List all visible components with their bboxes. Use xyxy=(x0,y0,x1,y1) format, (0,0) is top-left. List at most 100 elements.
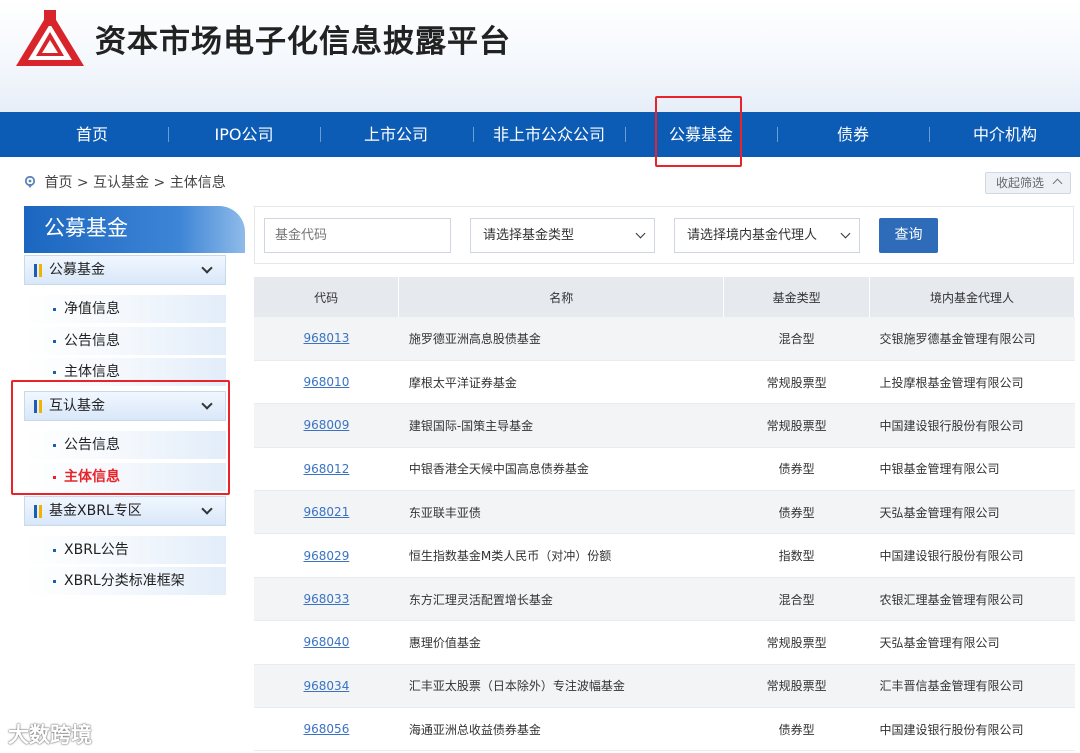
table-row[interactable]: 968013 施罗德亚洲高息股债基金 混合型 交银施罗德基金管理有限公司 xyxy=(254,317,1075,361)
cell-agent: 天弘基金管理有限公司 xyxy=(869,620,1075,665)
nav-intermediaries[interactable]: 中介机构 xyxy=(929,112,1080,157)
cell-agent: 中国建设银行股份有限公司 xyxy=(869,707,1075,752)
fund-code-link[interactable]: 968040 xyxy=(304,635,350,649)
bullet-icon xyxy=(53,580,56,583)
cell-type: 常规股票型 xyxy=(723,360,870,405)
chevron-down-icon xyxy=(840,228,851,239)
bullet-icon xyxy=(53,308,56,311)
nav-ipo[interactable]: IPO公司 xyxy=(168,112,320,157)
sidebar-item-label: 净值信息 xyxy=(64,301,120,317)
breadcrumb: 首页 > 互认基金 > 主体信息 xyxy=(24,172,226,192)
fund-code-link[interactable]: 968009 xyxy=(304,418,350,432)
table-row[interactable]: 968021 东亚联丰亚债 债券型 天弘基金管理有限公司 xyxy=(254,490,1075,535)
cell-type: 债券型 xyxy=(723,707,870,752)
fund-code-link[interactable]: 968010 xyxy=(304,375,350,389)
chevron-down-icon xyxy=(635,228,646,239)
collapse-filter-button[interactable]: 收起筛选 xyxy=(985,172,1071,194)
breadcrumb-current: 主体信息 xyxy=(169,175,226,191)
fund-type-select-value: 请选择基金类型 xyxy=(483,228,575,243)
main-nav: 首页 IPO公司 上市公司 非上市公众公司 公募基金 债券 中介机构 xyxy=(0,112,1080,157)
sidebar-item-label: 主体信息 xyxy=(64,364,120,380)
table-row[interactable]: 968040 惠理价值基金 常规股票型 天弘基金管理有限公司 xyxy=(254,620,1075,665)
nav-listed-companies[interactable]: 上市公司 xyxy=(320,112,472,157)
fund-type-select[interactable]: 请选择基金类型 xyxy=(470,218,655,253)
table-row[interactable]: 968033 东方汇理灵活配置增长基金 混合型 农银汇理基金管理有限公司 xyxy=(254,577,1075,622)
cell-name: 东亚联丰亚债 xyxy=(398,490,724,535)
sidebar-item-announcements[interactable]: 公告信息 xyxy=(24,327,226,355)
fund-code-link[interactable]: 968012 xyxy=(304,462,350,476)
fund-code-link[interactable]: 968033 xyxy=(304,592,350,606)
table-row[interactable]: 968056 海通亚洲总收益债券基金 债券型 中国建设银行股份有限公司 xyxy=(254,707,1075,752)
cell-type: 常规股票型 xyxy=(723,403,870,448)
fund-code-link[interactable]: 968013 xyxy=(304,331,350,345)
query-button[interactable]: 查询 xyxy=(879,218,938,253)
bullet-icon xyxy=(53,340,56,343)
column-header-code: 代码 xyxy=(254,277,400,317)
bullet-icon xyxy=(53,371,56,374)
sidebar-item-xbrl-taxonomy[interactable]: XBRL分类标准框架 xyxy=(24,567,226,595)
nav-bonds[interactable]: 债券 xyxy=(777,112,929,157)
sidebar-item-nav-info[interactable]: 净值信息 xyxy=(24,295,226,323)
cell-agent: 中国建设银行股份有限公司 xyxy=(869,403,1075,448)
cell-name: 惠理价值基金 xyxy=(398,620,724,665)
cell-agent: 天弘基金管理有限公司 xyxy=(869,490,1075,535)
cell-agent: 中银基金管理有限公司 xyxy=(869,447,1075,492)
group-marker-icon xyxy=(39,264,42,277)
nav-home[interactable]: 首页 xyxy=(16,112,168,157)
cell-type: 混合型 xyxy=(723,317,870,361)
nav-unlisted-companies[interactable]: 非上市公众公司 xyxy=(473,112,625,157)
cell-code: 968013 xyxy=(254,317,399,361)
cell-name: 恒生指数基金M类人民币（对冲）份额 xyxy=(398,533,724,578)
chevron-down-icon xyxy=(201,503,213,515)
cell-type: 混合型 xyxy=(723,577,870,622)
sidebar-item-label: XBRL分类标准框架 xyxy=(64,573,185,589)
table-row[interactable]: 968012 中银香港全天候中国高息债券基金 债券型 中银基金管理有限公司 xyxy=(254,447,1075,492)
fund-code-link[interactable]: 968056 xyxy=(304,722,350,736)
cell-code: 968056 xyxy=(254,707,399,752)
cell-name: 摩根太平洋证券基金 xyxy=(398,360,724,405)
cell-code: 968033 xyxy=(254,577,399,622)
table-header-row: 代码 名称 基金类型 境内基金代理人 xyxy=(254,277,1075,317)
column-header-name: 名称 xyxy=(398,277,725,317)
fund-code-link[interactable]: 968034 xyxy=(304,679,350,693)
cell-name: 建银国际-国策主导基金 xyxy=(398,403,724,448)
cell-agent: 中国建设银行股份有限公司 xyxy=(869,533,1075,578)
fund-table: 代码 名称 基金类型 境内基金代理人 968013 施罗德亚洲高息股债基金 混合型交… xyxy=(254,277,1075,752)
fund-code-link[interactable]: 968029 xyxy=(304,549,350,563)
sidebar-group-xbrl[interactable]: 基金XBRL专区 xyxy=(24,496,226,526)
cell-name: 中银香港全天候中国高息债券基金 xyxy=(398,447,724,492)
sidebar-title: 公募基金 xyxy=(24,206,245,253)
domestic-agent-select[interactable]: 请选择境内基金代理人 xyxy=(674,218,860,253)
cell-name: 汇丰亚太股票（日本除外）专注波幅基金 xyxy=(398,664,724,709)
fund-code-input[interactable] xyxy=(264,218,451,253)
cell-type: 常规股票型 xyxy=(723,620,870,665)
site-logo-icon[interactable] xyxy=(14,8,86,68)
cell-name: 海通亚洲总收益债券基金 xyxy=(398,707,724,752)
cell-code: 968021 xyxy=(254,490,399,535)
sidebar-item-xbrl-announcements[interactable]: XBRL公告 xyxy=(24,536,226,564)
column-header-type: 基金类型 xyxy=(723,277,871,317)
group-marker-icon xyxy=(34,505,37,518)
table-row[interactable]: 968034 汇丰亚太股票（日本除外）专注波幅基金 常规股票型 汇丰晋信基金管理有限公… xyxy=(254,664,1075,709)
cell-type: 常规股票型 xyxy=(723,664,870,709)
cell-code: 968009 xyxy=(254,403,399,448)
site-title: 资本市场电子化信息披露平台 xyxy=(95,24,511,60)
sidebar-item-label: 公告信息 xyxy=(64,333,120,349)
cell-agent: 农银汇理基金管理有限公司 xyxy=(869,577,1075,622)
cell-code: 968029 xyxy=(254,533,399,578)
cell-type: 指数型 xyxy=(723,533,870,578)
highlight-box-sidebar xyxy=(11,380,230,495)
collapse-filter-label: 收起筛选 xyxy=(996,176,1045,190)
cell-type: 债券型 xyxy=(723,490,870,535)
table-row[interactable]: 968009 建银国际-国策主导基金 常规股票型 中国建设银行股份有限公司 xyxy=(254,403,1075,448)
table-row[interactable]: 968010 摩根太平洋证券基金 常规股票型 上投摩根基金管理有限公司 xyxy=(254,360,1075,405)
cell-agent: 上投摩根基金管理有限公司 xyxy=(869,360,1075,405)
sidebar-group-public-funds[interactable]: 公募基金 xyxy=(24,255,226,285)
cell-name: 东方汇理灵活配置增长基金 xyxy=(398,577,724,622)
breadcrumb-mutual-recognition[interactable]: 互认基金 xyxy=(93,175,149,191)
sidebar-item-label: XBRL公告 xyxy=(64,542,129,558)
cell-agent: 汇丰晋信基金管理有限公司 xyxy=(869,664,1075,709)
fund-code-link[interactable]: 968021 xyxy=(304,505,350,519)
breadcrumb-home[interactable]: 首页 xyxy=(44,175,72,191)
table-row[interactable]: 968029 恒生指数基金M类人民币（对冲）份额 指数型 中国建设银行股份有限公司 xyxy=(254,533,1075,578)
